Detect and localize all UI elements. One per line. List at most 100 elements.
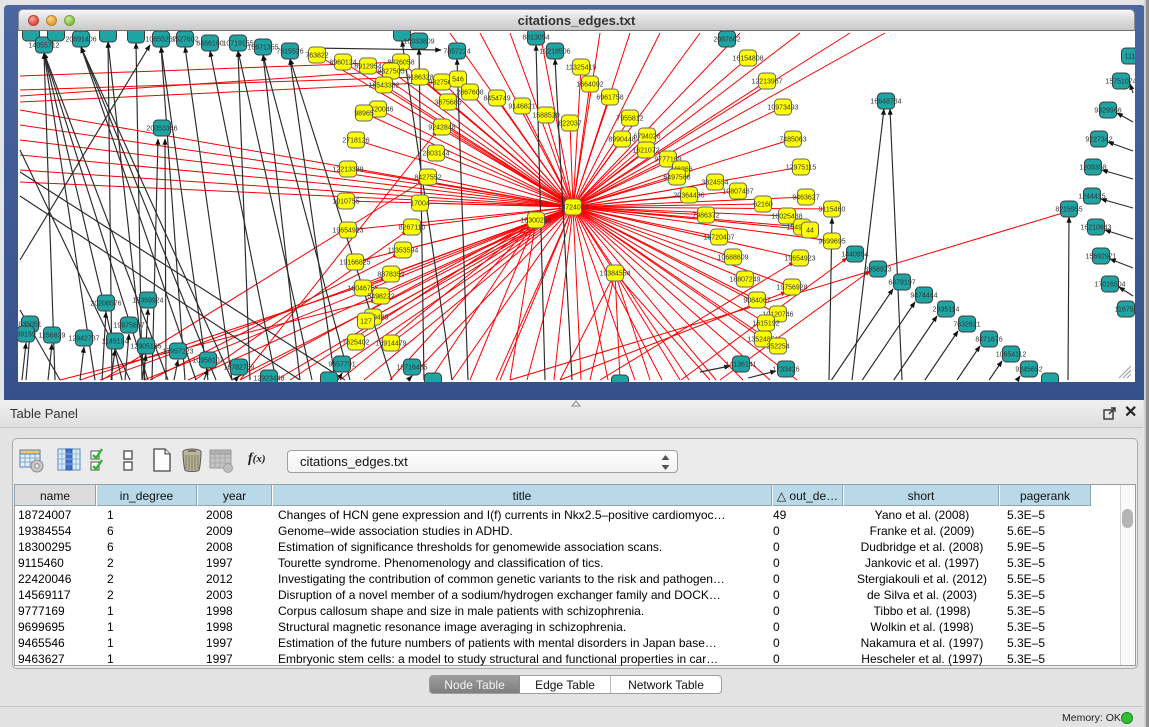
- svg-text:1209358: 1209358: [1079, 165, 1106, 172]
- svg-text:16782759: 16782759: [223, 365, 254, 372]
- svg-text:8958923: 8958923: [864, 267, 891, 274]
- svg-text:9657791: 9657791: [328, 362, 355, 369]
- svg-text:12213389: 12213389: [332, 167, 363, 174]
- svg-text:19654923: 19654923: [332, 228, 363, 235]
- svg-text:11353594: 11353594: [388, 248, 419, 255]
- svg-text:7986372: 7986372: [692, 213, 719, 220]
- svg-text:1145194: 1145194: [102, 339, 129, 346]
- svg-text:9329966: 9329966: [1094, 108, 1121, 115]
- svg-text:20053346: 20053346: [146, 126, 177, 133]
- svg-text:127: 127: [360, 319, 372, 326]
- svg-text:19756928: 19756928: [776, 285, 807, 292]
- svg-text:3824554: 3824554: [701, 180, 728, 187]
- svg-text:15692971: 15692971: [1085, 254, 1116, 261]
- svg-text:8267110: 8267110: [399, 225, 426, 232]
- svg-text:15716485: 15716485: [396, 365, 427, 372]
- svg-text:16033809: 16033809: [403, 39, 434, 46]
- svg-text:17359924: 17359924: [132, 298, 163, 305]
- svg-text:19384554: 19384554: [599, 271, 630, 278]
- svg-text:8990448: 8990448: [608, 137, 635, 144]
- svg-text:14136141: 14136141: [725, 362, 756, 369]
- svg-text:3875685: 3875685: [434, 100, 461, 107]
- svg-text:7515526: 7515526: [276, 49, 303, 56]
- svg-text:8454749: 8454749: [483, 96, 510, 103]
- svg-text:20691406: 20691406: [65, 37, 96, 44]
- svg-text:6466160: 6466160: [196, 41, 223, 48]
- svg-text:10807487: 10807487: [722, 189, 753, 196]
- svg-text:17004: 17004: [410, 201, 430, 208]
- svg-text:252254: 252254: [766, 344, 789, 351]
- svg-text:19654923: 19654923: [784, 256, 815, 263]
- svg-text:8471676: 8471676: [975, 337, 1002, 344]
- svg-text:10688609: 10688609: [717, 255, 748, 262]
- svg-text:7625402: 7625402: [342, 340, 369, 347]
- svg-text:9115460: 9115460: [819, 207, 846, 214]
- svg-text:10973493: 10973493: [767, 105, 798, 112]
- svg-text:10654112: 10654112: [996, 352, 1027, 359]
- svg-text:62160: 62160: [753, 202, 773, 209]
- svg-text:1615192: 1615192: [752, 321, 779, 328]
- svg-text:16154808: 16154808: [732, 56, 763, 63]
- svg-text:2935114: 2935114: [933, 307, 960, 314]
- svg-text:19975867: 19975867: [113, 323, 144, 330]
- svg-text:12975115: 12975115: [786, 165, 817, 172]
- svg-text:6497568: 6497568: [663, 175, 690, 182]
- svg-text:20364436: 20364436: [673, 193, 704, 200]
- svg-text:15751074: 15751074: [1105, 79, 1135, 86]
- svg-text:1010755: 1010755: [332, 199, 359, 206]
- svg-text:2803144: 2803144: [422, 151, 449, 158]
- svg-text:9463627: 9463627: [792, 195, 819, 202]
- svg-text:14055712: 14055712: [28, 43, 59, 50]
- svg-text:16543382: 16543382: [368, 83, 399, 90]
- svg-text:44: 44: [806, 228, 814, 235]
- svg-text:9474444: 9474444: [910, 293, 937, 300]
- svg-text:1621072: 1621072: [632, 148, 659, 155]
- svg-text:546: 546: [452, 77, 464, 84]
- svg-text:18724007: 18724007: [557, 205, 588, 212]
- svg-text:116753: 116753: [1115, 307, 1135, 314]
- svg-text:16914479: 16914479: [375, 341, 406, 348]
- svg-text:19218506: 19218506: [539, 49, 570, 56]
- svg-text:17957223: 17957223: [162, 349, 193, 356]
- svg-text:98965: 98965: [354, 111, 374, 118]
- svg-text:9084067: 9084067: [743, 298, 770, 305]
- svg-text:2718126: 2718126: [342, 138, 369, 145]
- svg-text:10958107: 10958107: [192, 358, 223, 365]
- svg-text:20206576: 20206576: [90, 301, 121, 308]
- svg-text:12923448: 12923448: [253, 376, 284, 383]
- svg-text:7632621: 7632621: [953, 322, 980, 329]
- svg-text:8215955: 8215955: [1055, 207, 1082, 214]
- svg-text:11325419: 11325419: [566, 65, 597, 72]
- svg-text:19166825: 19166825: [339, 260, 370, 267]
- svg-text:18807249: 18807249: [729, 277, 760, 284]
- svg-text:9327505: 9327505: [377, 69, 404, 76]
- svg-text:7857224: 7857224: [443, 49, 470, 56]
- svg-text:8878352: 8878352: [377, 272, 404, 279]
- svg-text:6794028: 6794028: [633, 134, 660, 141]
- svg-text:17016504: 17016504: [1094, 282, 1125, 289]
- svg-text:12942737: 12942737: [68, 336, 99, 343]
- svg-text:111: 111: [1125, 54, 1135, 61]
- svg-text:1156829: 1156829: [39, 333, 66, 340]
- svg-text:7485063: 7485063: [779, 137, 806, 144]
- svg-text:1440954: 1440954: [841, 252, 868, 259]
- svg-text:8427552: 8427552: [414, 175, 441, 182]
- svg-text:16671355: 16671355: [247, 45, 278, 52]
- svg-text:9245652: 9245652: [1015, 367, 1042, 374]
- svg-text:6961758: 6961758: [596, 95, 623, 102]
- svg-text:763822: 763822: [305, 53, 328, 60]
- svg-text:9146821: 9146821: [508, 104, 535, 111]
- svg-text:7955812: 7955812: [616, 116, 643, 123]
- svg-text:12213967: 12213967: [751, 79, 782, 86]
- svg-text:12905135: 12905135: [130, 344, 161, 351]
- svg-text:1527602: 1527602: [171, 37, 198, 44]
- svg-text:8813054: 8813054: [522, 35, 549, 42]
- svg-text:6879197: 6879197: [888, 280, 915, 287]
- svg-text:2867608: 2867608: [456, 90, 483, 97]
- svg-text:9699695: 9699695: [818, 239, 845, 246]
- svg-text:16210643: 16210643: [1080, 225, 1111, 232]
- svg-text:1664092: 1664092: [576, 82, 603, 89]
- svg-text:1733426: 1733426: [772, 367, 799, 374]
- svg-text:9227342: 9227342: [1085, 137, 1112, 144]
- svg-text:1244415: 1244415: [1078, 194, 1105, 201]
